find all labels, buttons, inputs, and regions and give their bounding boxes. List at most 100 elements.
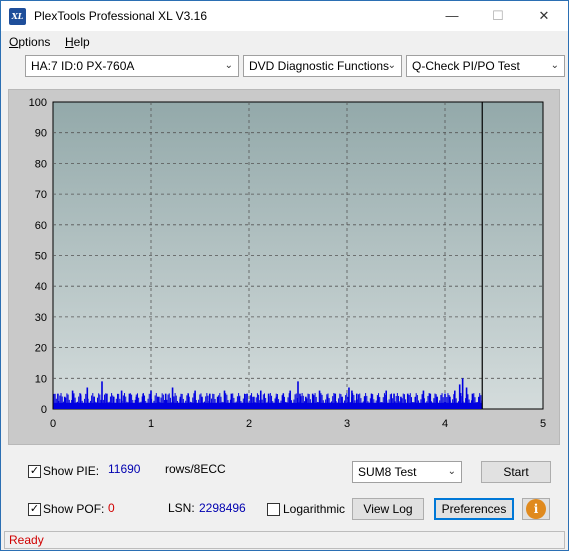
view-log-button[interactable]: View Log bbox=[352, 498, 424, 520]
test-select[interactable]: Q-Check PI/PO Test ⌄ bbox=[406, 55, 565, 77]
start-button[interactable]: Start bbox=[481, 461, 551, 483]
bar bbox=[79, 393, 81, 409]
function-select[interactable]: DVD Diagnostic Functions ⌄ bbox=[243, 55, 402, 77]
bar bbox=[322, 400, 324, 409]
maximize-button[interactable]: ☐ bbox=[475, 1, 521, 31]
status-text: Ready bbox=[9, 533, 44, 547]
bar bbox=[388, 399, 390, 409]
bar bbox=[345, 395, 347, 409]
y-tick-label: 70 bbox=[35, 189, 47, 201]
bar bbox=[430, 401, 432, 409]
bar bbox=[323, 402, 325, 409]
bar bbox=[128, 397, 130, 409]
bar bbox=[362, 401, 364, 409]
bar bbox=[252, 396, 254, 409]
bar bbox=[133, 402, 135, 409]
bar bbox=[109, 396, 111, 409]
info-button[interactable]: i bbox=[522, 498, 550, 520]
bar bbox=[332, 396, 334, 409]
bar bbox=[405, 399, 407, 409]
bar bbox=[261, 399, 263, 409]
preferences-button[interactable]: Preferences bbox=[434, 498, 514, 520]
bar bbox=[144, 395, 146, 409]
bar bbox=[227, 400, 229, 409]
bar bbox=[387, 402, 389, 409]
chevron-down-icon: ⌄ bbox=[447, 466, 456, 477]
logarithmic-checkbox[interactable] bbox=[267, 503, 280, 516]
minimize-button[interactable]: — bbox=[429, 1, 475, 31]
bar bbox=[441, 393, 443, 409]
bar bbox=[171, 402, 173, 409]
bar bbox=[435, 394, 437, 409]
bar bbox=[299, 401, 301, 409]
bar bbox=[138, 397, 140, 409]
menu-help[interactable]: Help bbox=[65, 35, 90, 49]
bar bbox=[328, 398, 330, 409]
bar bbox=[195, 400, 197, 409]
bar bbox=[134, 399, 136, 409]
bar bbox=[113, 400, 115, 409]
window-title: PlexTools Professional XL V3.16 bbox=[34, 9, 207, 23]
bar bbox=[256, 393, 258, 409]
bar bbox=[413, 402, 415, 409]
bar bbox=[94, 401, 96, 409]
bar bbox=[200, 393, 202, 409]
bar bbox=[472, 394, 474, 409]
chevron-down-icon: ⌄ bbox=[387, 60, 396, 71]
bar bbox=[392, 398, 394, 409]
bar bbox=[54, 393, 56, 409]
bar bbox=[159, 402, 161, 409]
bar bbox=[319, 397, 321, 409]
bar bbox=[389, 394, 391, 409]
bar bbox=[408, 395, 410, 409]
bar bbox=[425, 402, 427, 409]
show-pie-checkbox[interactable]: ✓ bbox=[28, 465, 41, 478]
bar bbox=[104, 394, 106, 409]
bar bbox=[129, 393, 131, 409]
bar bbox=[245, 393, 247, 409]
close-button[interactable]: ✕ bbox=[521, 1, 567, 31]
bar bbox=[312, 400, 314, 409]
bar bbox=[358, 394, 360, 409]
bar bbox=[232, 393, 234, 409]
bar bbox=[427, 395, 429, 409]
bar bbox=[456, 402, 458, 409]
bar bbox=[450, 402, 452, 409]
bar bbox=[266, 402, 268, 409]
show-pof-checkbox[interactable]: ✓ bbox=[28, 503, 41, 516]
y-tick-label: 60 bbox=[35, 220, 47, 232]
menu-bar: Options Help bbox=[1, 32, 568, 52]
bar bbox=[340, 394, 342, 409]
bar bbox=[201, 397, 203, 409]
drive-select[interactable]: HA:7 ID:0 PX-760A ⌄ bbox=[25, 55, 239, 77]
bar bbox=[401, 398, 403, 409]
bar bbox=[280, 400, 282, 409]
bar bbox=[302, 395, 304, 409]
title-bar: XL PlexTools Professional XL V3.16 — ☐ ✕ bbox=[1, 1, 568, 31]
test-mode-select[interactable]: SUM8 Test ⌄ bbox=[352, 461, 462, 483]
bar bbox=[448, 395, 450, 409]
bar bbox=[306, 398, 308, 409]
bar bbox=[467, 394, 469, 409]
menu-options[interactable]: Options bbox=[9, 35, 50, 49]
bar bbox=[465, 398, 467, 409]
bar bbox=[298, 402, 300, 409]
bar bbox=[269, 393, 271, 409]
bar bbox=[148, 393, 150, 409]
bar bbox=[153, 400, 155, 409]
bar bbox=[276, 394, 278, 409]
bar bbox=[260, 402, 262, 409]
bar bbox=[122, 395, 124, 409]
bar bbox=[440, 394, 442, 409]
bar bbox=[347, 396, 349, 409]
bar bbox=[212, 393, 214, 409]
bar bbox=[343, 400, 345, 409]
bar bbox=[434, 393, 436, 409]
bar bbox=[238, 393, 240, 409]
bar bbox=[339, 393, 341, 409]
bar bbox=[75, 402, 77, 409]
bar bbox=[60, 393, 62, 409]
bar bbox=[381, 402, 383, 409]
bar bbox=[289, 394, 291, 409]
bar bbox=[234, 402, 236, 409]
